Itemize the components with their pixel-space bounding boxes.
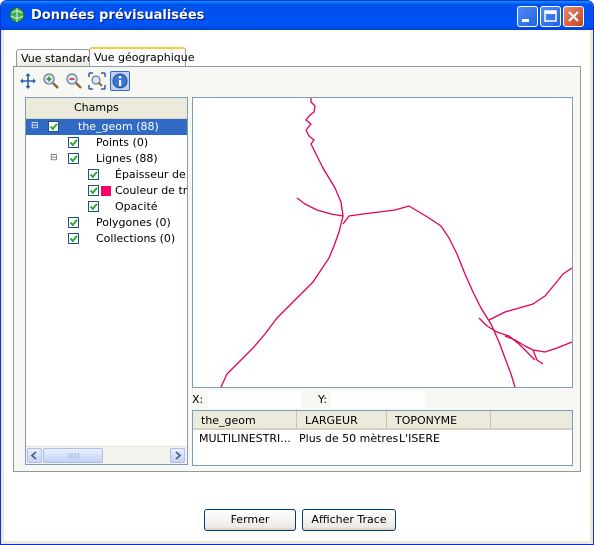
checkmark-icon xyxy=(69,139,78,147)
checkbox-points[interactable] xyxy=(68,137,79,148)
column-header-largeur[interactable]: LARGEUR xyxy=(297,411,387,430)
checkmark-icon xyxy=(69,155,78,163)
tree-item-polygons[interactable]: Polygones (0) xyxy=(26,215,187,231)
column-header-filler xyxy=(491,411,572,430)
tree-item-label: Collections (0) xyxy=(96,232,176,245)
x-coordinate-field[interactable] xyxy=(208,391,302,408)
river-line xyxy=(532,349,544,365)
river-line xyxy=(342,205,516,387)
river-line xyxy=(220,98,344,387)
tree-item-points[interactable]: Points (0) xyxy=(26,135,187,151)
zoom-in-icon xyxy=(43,73,59,89)
pan-button[interactable] xyxy=(18,71,38,91)
tree-item-label: Couleur de tra xyxy=(115,184,188,197)
attribute-table[interactable]: the_geom LARGEUR TOPONYME MULTILINESTRI.… xyxy=(192,410,573,466)
y-coordinate-field[interactable] xyxy=(331,391,425,408)
checkmark-icon xyxy=(69,219,78,227)
y-coordinate-label: Y: xyxy=(318,393,327,406)
tree-item-label: Épaisseur de tr xyxy=(115,168,187,181)
zoom-in-button[interactable] xyxy=(41,71,61,91)
checkbox-lignes[interactable] xyxy=(68,153,79,164)
collapse-icon[interactable]: ⊟ xyxy=(31,122,40,131)
close-window-button[interactable] xyxy=(563,6,584,27)
tree-item-line-color[interactable]: Couleur de tra xyxy=(26,183,187,199)
checkbox-line-width[interactable] xyxy=(88,169,99,180)
checkbox-line-color[interactable] xyxy=(88,185,99,196)
checkbox-collections[interactable] xyxy=(68,233,79,244)
tree-item-label: the_geom (88) xyxy=(78,120,159,133)
scroll-left-button[interactable] xyxy=(27,448,42,463)
pan-icon xyxy=(20,73,36,89)
dialog-window: Données prévisualisées Vue standard Vue … xyxy=(0,0,594,545)
tree-item-label: Lignes (88) xyxy=(96,152,158,165)
checkmark-icon xyxy=(89,203,98,211)
close-button[interactable]: Fermer xyxy=(204,509,296,531)
maximize-button[interactable] xyxy=(540,6,561,27)
table-cell-geometry[interactable]: MULTILINESTRI... xyxy=(193,431,291,447)
checkbox-polygons[interactable] xyxy=(68,217,79,228)
tree-item-the-geom[interactable]: ⊟ the_geom (88) xyxy=(26,119,187,135)
column-header-toponyme[interactable]: TOPONYME xyxy=(387,411,491,430)
scroll-thumb[interactable] xyxy=(43,448,103,463)
zoom-extent-button[interactable] xyxy=(87,71,107,91)
tree-item-lignes[interactable]: ⊟ Lignes (88) xyxy=(26,151,187,167)
map-canvas[interactable] xyxy=(193,98,572,387)
tree-item-collections[interactable]: Collections (0) xyxy=(26,231,187,247)
river-line xyxy=(296,197,344,217)
arrow-left-icon xyxy=(30,451,37,460)
grip-icon xyxy=(68,453,79,459)
title-bar[interactable]: Données prévisualisées xyxy=(1,1,593,30)
tree-item-label: Polygones (0) xyxy=(96,216,171,229)
arrow-right-icon xyxy=(175,451,182,460)
window-title: Données prévisualisées xyxy=(31,8,205,23)
info-button[interactable] xyxy=(110,71,130,91)
scroll-right-button[interactable] xyxy=(170,448,185,463)
color-swatch[interactable] xyxy=(101,186,111,196)
checkbox-the-geom[interactable] xyxy=(48,121,59,132)
tree-header[interactable]: Champs géométriques xyxy=(26,98,187,134)
minimize-button[interactable] xyxy=(517,6,538,27)
tree-item-label: Points (0) xyxy=(96,136,149,149)
maximize-icon xyxy=(544,10,557,22)
checkmark-icon xyxy=(69,235,78,243)
tree-horizontal-scrollbar[interactable] xyxy=(26,446,187,464)
globe-icon xyxy=(9,7,25,23)
zoom-out-icon xyxy=(66,73,82,89)
zoom-extent-icon xyxy=(88,72,106,90)
collapse-icon[interactable]: ⊟ xyxy=(50,154,59,163)
zoom-out-button[interactable] xyxy=(64,71,84,91)
minimize-icon xyxy=(522,19,529,22)
checkmark-icon xyxy=(89,187,98,195)
show-trace-button[interactable]: Afficher Trace xyxy=(302,509,396,531)
river-line xyxy=(478,317,536,361)
info-icon xyxy=(112,73,128,89)
checkbox-opacity[interactable] xyxy=(88,201,99,212)
table-cell-largeur[interactable]: Plus de 50 mètres xyxy=(293,431,398,447)
x-coordinate-label: X: xyxy=(192,393,204,406)
geographic-view-panel: Champs géométriques ⊟ the_geom (88) Poin… xyxy=(13,66,581,472)
tab-standard-view[interactable]: Vue standard xyxy=(16,49,94,66)
column-header-the-geom[interactable]: the_geom xyxy=(193,411,297,430)
checkmark-icon xyxy=(49,123,58,131)
tree-item-opacity[interactable]: Opacité xyxy=(26,199,187,215)
table-cell-toponyme[interactable]: L'ISERE xyxy=(393,431,440,447)
tree-item-line-width[interactable]: Épaisseur de tr xyxy=(26,167,187,183)
map-view[interactable] xyxy=(192,97,573,388)
dialog-content: Vue standard Vue géographique Champs ⊟ t… xyxy=(4,30,590,541)
tree-item-label: Opacité xyxy=(115,200,158,213)
river-line xyxy=(504,335,572,353)
geometry-fields-tree[interactable]: Champs géométriques ⊟ the_geom (88) Poin… xyxy=(25,97,188,465)
checkmark-icon xyxy=(89,171,98,179)
river-line xyxy=(488,267,572,321)
tab-geographic-view[interactable]: Vue géographique xyxy=(89,47,194,66)
close-icon xyxy=(568,11,579,22)
